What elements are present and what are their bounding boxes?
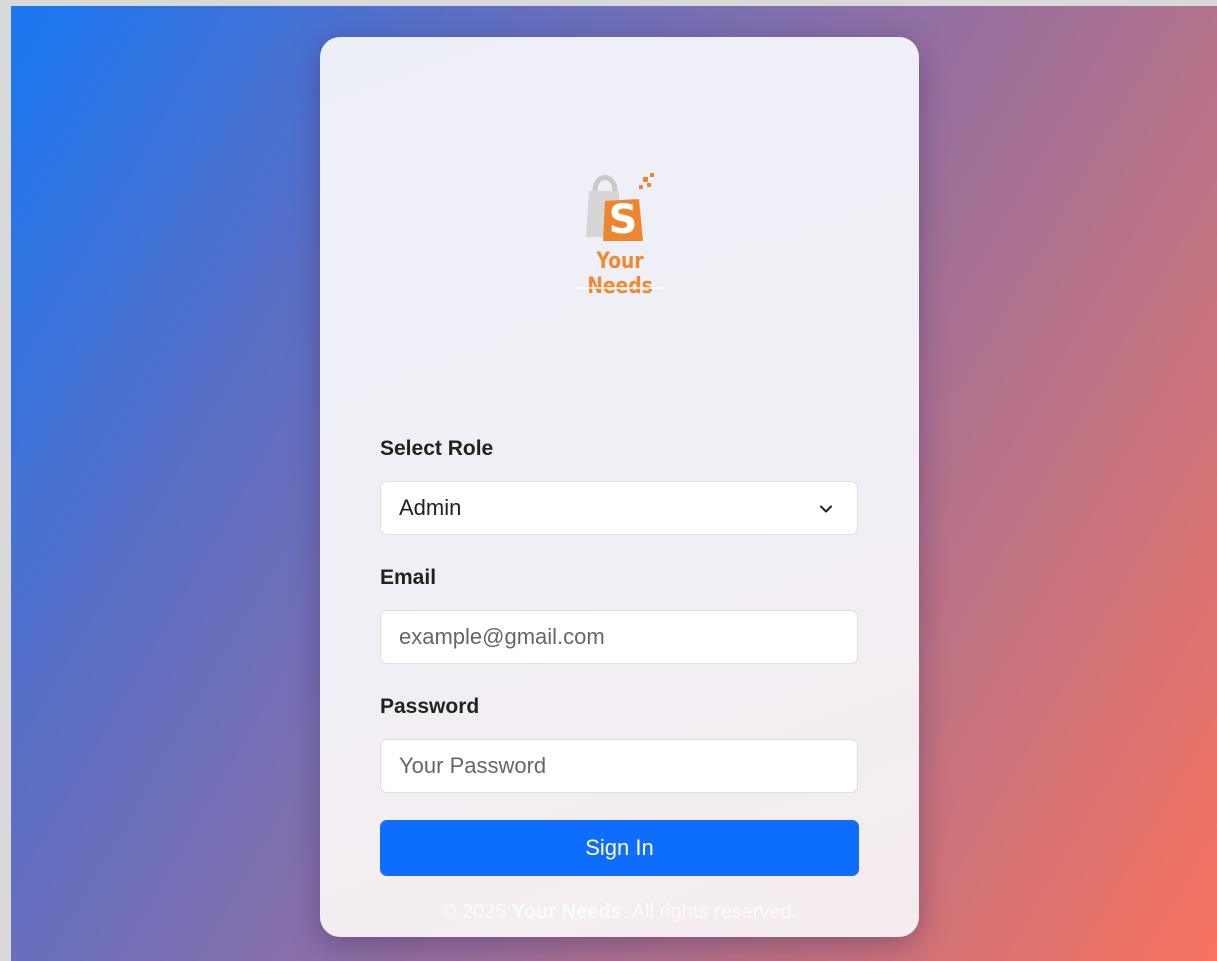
footer-suffix: . All rights reserved. <box>621 901 798 923</box>
login-card: S Your Needs Select Role Admin Email Pas… <box>320 37 919 937</box>
chevron-down-icon <box>820 505 832 513</box>
footer-brand: Your Needs <box>512 901 622 923</box>
role-select[interactable]: Admin <box>380 481 858 535</box>
email-field[interactable] <box>381 611 857 663</box>
svg-text:S: S <box>609 197 638 243</box>
footer-copyright: © 2025 Your Needs. All rights reserved. <box>320 901 919 924</box>
sign-in-button[interactable]: Sign In <box>380 820 859 876</box>
role-select-value: Admin <box>399 495 462 520</box>
shopping-bag-icon: S <box>586 173 654 243</box>
role-label: Select Role <box>380 437 494 460</box>
password-field[interactable] <box>381 740 857 792</box>
email-label: Email <box>380 566 437 589</box>
password-label: Password <box>380 695 480 718</box>
brand-name: Your Needs <box>587 249 653 299</box>
brand-tagline-line <box>577 287 663 289</box>
password-field-wrapper <box>380 739 858 793</box>
brand-logo: S Your Needs <box>555 167 685 307</box>
footer-prefix: © 2025 <box>441 901 513 923</box>
email-field-wrapper <box>380 610 858 664</box>
